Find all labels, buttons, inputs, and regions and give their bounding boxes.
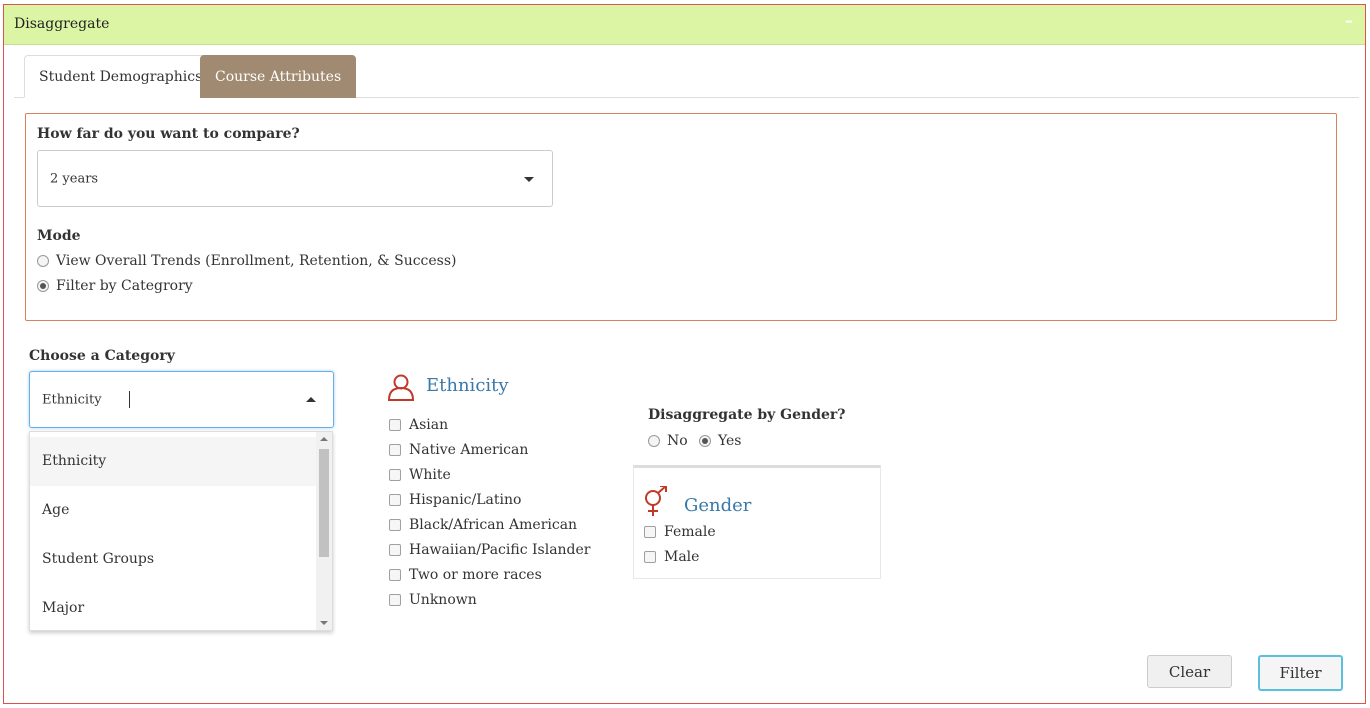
tab-bar: Student Demographics Course Attributes <box>14 55 1359 98</box>
checkbox[interactable] <box>389 444 401 456</box>
tab-course-attributes[interactable]: Course Attributes <box>200 55 357 98</box>
compare-label: How far do you want to compare? <box>37 126 300 142</box>
panel-title: Disaggregate <box>14 16 110 32</box>
radio-button[interactable] <box>648 435 660 447</box>
scroll-up-arrow-icon[interactable] <box>320 437 328 441</box>
text-cursor <box>129 391 130 408</box>
checkbox[interactable] <box>389 419 401 431</box>
mode-option-filter-by-category[interactable]: Filter by Categrory <box>37 278 193 294</box>
category-label: Choose a Category <box>29 348 175 364</box>
option-label: Male <box>664 549 700 565</box>
ethnicity-option[interactable]: Hawaiian/Pacific Islander <box>389 542 591 558</box>
category-dropdown-list: Ethnicity Age Student Groups Major <box>29 431 333 631</box>
ethnicity-option[interactable]: Native American <box>389 442 528 458</box>
radio-label: No <box>667 433 688 449</box>
compare-select[interactable]: 2 years <box>37 150 553 207</box>
dropdown-option-ethnicity[interactable]: Ethnicity <box>30 437 317 486</box>
gender-toggle-no[interactable]: No <box>648 433 688 449</box>
gender-filter-box: Gender Female Male <box>633 465 881 579</box>
option-label: Black/African American <box>409 517 578 533</box>
radio-label: Yes <box>718 433 742 449</box>
dropdown-option-student-groups[interactable]: Student Groups <box>30 535 317 584</box>
mode-label: Mode <box>37 228 81 244</box>
caret-down-icon <box>524 177 534 182</box>
mode-option-label: View Overall Trends (Enrollment, Retenti… <box>56 253 457 269</box>
ethnicity-option[interactable]: Asian <box>389 417 448 433</box>
collapse-button[interactable]: – <box>1345 11 1353 30</box>
mode-option-label: Filter by Categrory <box>56 278 193 294</box>
scroll-down-arrow-icon[interactable] <box>320 621 328 625</box>
category-select-input[interactable]: Ethnicity <box>29 371 334 428</box>
option-label: Native American <box>409 442 529 458</box>
checkbox[interactable] <box>389 469 401 481</box>
ethnicity-section-title: Ethnicity <box>426 375 509 396</box>
compare-select-value: 2 years <box>50 171 99 186</box>
option-label: Hispanic/Latino <box>409 492 522 508</box>
panel-header: Disaggregate – <box>4 5 1365 45</box>
tab-student-demographics[interactable]: Student Demographics <box>24 55 218 98</box>
checkbox[interactable] <box>644 526 656 538</box>
gender-symbol-icon <box>645 486 667 516</box>
ethnicity-option[interactable]: Two or more races <box>389 567 542 583</box>
checkbox[interactable] <box>389 569 401 581</box>
option-label: Female <box>664 524 716 540</box>
option-label: Hawaiian/Pacific Islander <box>409 542 591 558</box>
mode-option-overall-trends[interactable]: View Overall Trends (Enrollment, Retenti… <box>37 253 457 269</box>
gender-option-female[interactable]: Female <box>644 524 716 540</box>
gender-option-male[interactable]: Male <box>644 549 699 565</box>
radio-button[interactable] <box>37 255 49 267</box>
ethnicity-option[interactable]: White <box>389 467 451 483</box>
ethnicity-option[interactable]: Black/African American <box>389 517 577 533</box>
checkbox[interactable] <box>389 494 401 506</box>
radio-button-checked[interactable] <box>699 435 711 447</box>
scrollbar-thumb[interactable] <box>319 449 329 557</box>
category-input-value: Ethnicity <box>42 392 102 407</box>
dropdown-option-major[interactable]: Major <box>30 584 317 630</box>
checkbox[interactable] <box>644 551 656 563</box>
clear-button[interactable]: Clear <box>1147 655 1232 688</box>
person-outline-icon <box>387 374 415 401</box>
filter-button[interactable]: Filter <box>1258 655 1343 691</box>
radio-button-checked[interactable] <box>37 280 49 292</box>
dropdown-scrollbar[interactable] <box>316 432 332 630</box>
gender-toggle-yes[interactable]: Yes <box>699 433 742 449</box>
option-label: White <box>409 467 451 483</box>
option-label: Two or more races <box>409 567 542 583</box>
gender-section-title: Gender <box>684 495 752 516</box>
ethnicity-option[interactable]: Unknown <box>389 592 477 608</box>
ethnicity-option[interactable]: Hispanic/Latino <box>389 492 521 508</box>
caret-up-icon <box>306 397 316 402</box>
dropdown-option-age[interactable]: Age <box>30 486 317 535</box>
checkbox[interactable] <box>389 519 401 531</box>
checkbox[interactable] <box>389 544 401 556</box>
option-label: Asian <box>409 417 449 433</box>
checkbox[interactable] <box>389 594 401 606</box>
gender-toggle-label: Disaggregate by Gender? <box>648 407 846 423</box>
option-label: Unknown <box>409 592 477 608</box>
compare-settings-box: How far do you want to compare? 2 years … <box>25 113 1337 321</box>
